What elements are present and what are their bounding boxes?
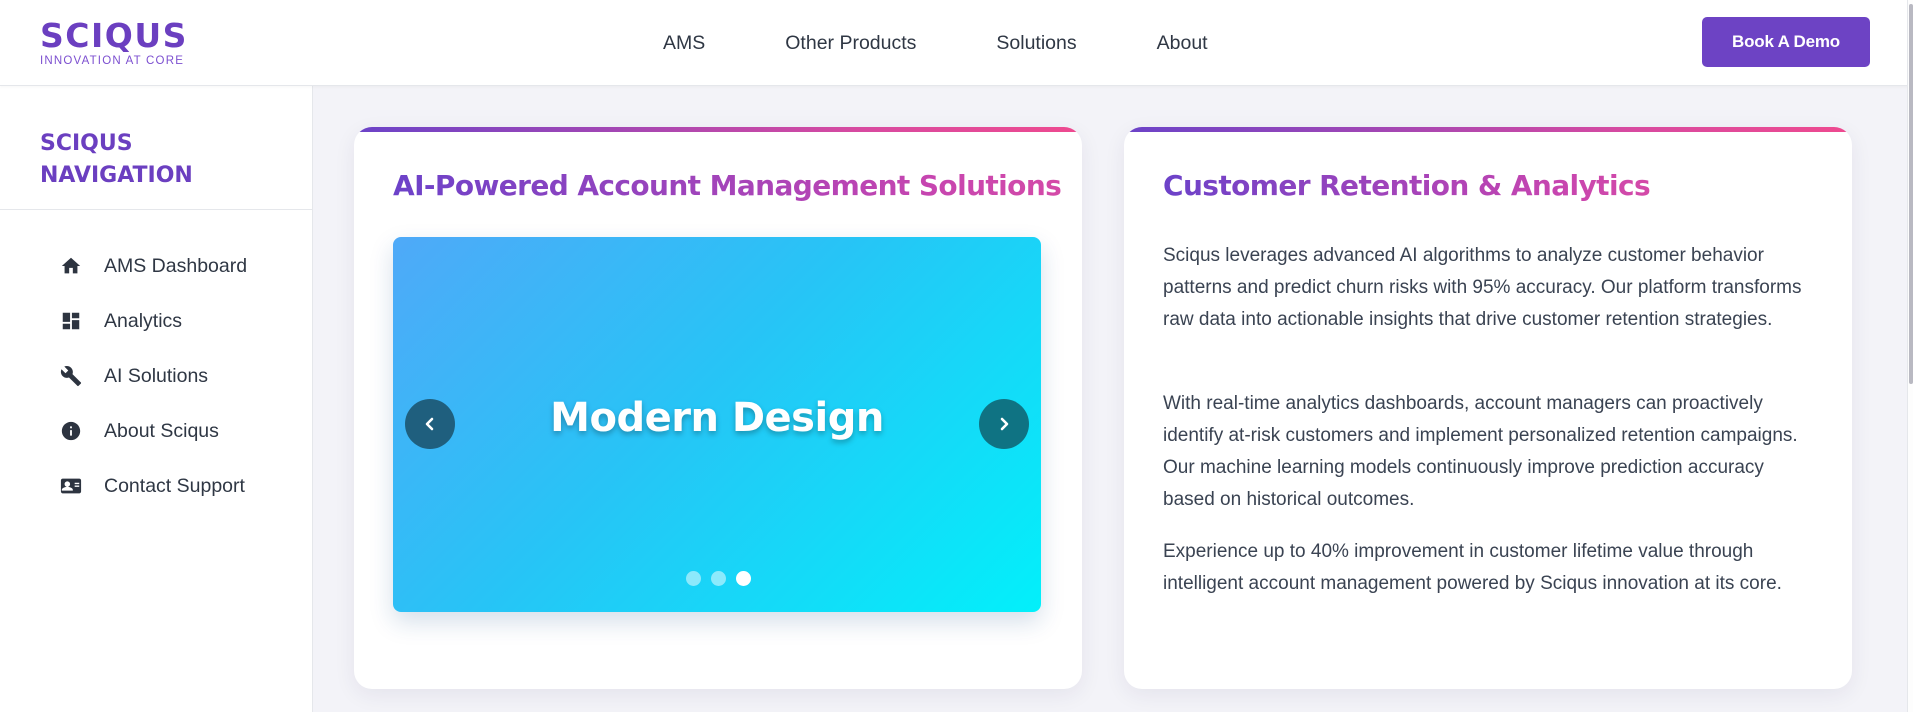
image-carousel[interactable]: Modern Design bbox=[393, 237, 1041, 612]
sidebar-title-line1: SCIQUS bbox=[40, 131, 133, 156]
book-demo-button[interactable]: Book A Demo bbox=[1702, 17, 1870, 67]
nav-link-solutions[interactable]: Solutions bbox=[996, 30, 1076, 56]
carousel-dot-1[interactable] bbox=[686, 571, 701, 586]
carousel-next-button[interactable] bbox=[979, 399, 1029, 449]
carousel-indicators bbox=[686, 571, 761, 586]
top-header: SCIQUS INNOVATION AT CORE AMS Other Prod… bbox=[0, 0, 1913, 86]
paragraph-1: Sciqus leverages advanced AI algorithms … bbox=[1163, 245, 1802, 330]
card-title: Customer Retention & Analytics bbox=[1163, 169, 1651, 202]
sidebar-item-label: Contact Support bbox=[104, 474, 245, 497]
sidebar-item-about-sciqus[interactable]: About Sciqus bbox=[0, 406, 313, 456]
carousel-dot-2[interactable] bbox=[711, 571, 726, 586]
ai-solutions-card: AI-Powered Account Management Solutions … bbox=[354, 127, 1082, 689]
sidebar: SCIQUS NAVIGATION AMS Dashboard Analytic… bbox=[0, 86, 313, 712]
sidebar-item-label: About Sciqus bbox=[104, 419, 219, 442]
card-accent-bar bbox=[1124, 127, 1852, 132]
sidebar-title-line2: NAVIGATION bbox=[40, 163, 193, 188]
home-icon bbox=[59, 254, 83, 278]
logo-title: SCIQUS bbox=[40, 16, 188, 55]
carousel-prev-button[interactable] bbox=[405, 399, 455, 449]
sidebar-item-analytics[interactable]: Analytics bbox=[0, 296, 313, 346]
dashboard-icon bbox=[59, 309, 83, 333]
card-title: AI-Powered Account Management Solutions bbox=[393, 169, 1062, 202]
chevron-left-icon bbox=[425, 417, 434, 431]
retention-analytics-card: Customer Retention & Analytics Sciqus le… bbox=[1124, 127, 1852, 689]
paragraph-3: Experience up to 40% improvement in cust… bbox=[1163, 541, 1782, 594]
nav-link-other-products[interactable]: Other Products bbox=[785, 30, 916, 56]
card-accent-bar bbox=[354, 127, 1082, 132]
main-nav: AMS Other Products Solutions About bbox=[663, 30, 1288, 56]
chevron-right-icon bbox=[1000, 417, 1009, 431]
page-scrollbar[interactable] bbox=[1907, 0, 1913, 712]
scrollbar-thumb[interactable] bbox=[1909, 4, 1913, 384]
sidebar-title: SCIQUS NAVIGATION bbox=[40, 128, 193, 192]
slide-title: Modern Design bbox=[550, 395, 884, 441]
sidebar-item-label: Analytics bbox=[104, 309, 183, 332]
paragraph-2: With real-time analytics dashboards, acc… bbox=[1163, 393, 1798, 510]
contact-card-icon bbox=[59, 474, 83, 498]
nav-link-about[interactable]: About bbox=[1157, 30, 1208, 56]
logo[interactable]: SCIQUS INNOVATION AT CORE bbox=[40, 16, 188, 68]
sidebar-divider bbox=[0, 209, 313, 210]
carousel-dot-3[interactable] bbox=[736, 571, 751, 586]
sidebar-item-ams-dashboard[interactable]: AMS Dashboard bbox=[0, 241, 313, 291]
logo-tagline: INNOVATION AT CORE bbox=[40, 55, 185, 67]
wrench-icon bbox=[59, 364, 83, 388]
nav-link-ams[interactable]: AMS bbox=[663, 30, 705, 56]
sidebar-item-label: AMS Dashboard bbox=[104, 254, 248, 277]
sidebar-item-contact-support[interactable]: Contact Support bbox=[0, 461, 313, 511]
sidebar-item-ai-solutions[interactable]: AI Solutions bbox=[0, 351, 313, 401]
info-icon bbox=[59, 419, 83, 443]
sidebar-item-label: AI Solutions bbox=[104, 364, 209, 387]
